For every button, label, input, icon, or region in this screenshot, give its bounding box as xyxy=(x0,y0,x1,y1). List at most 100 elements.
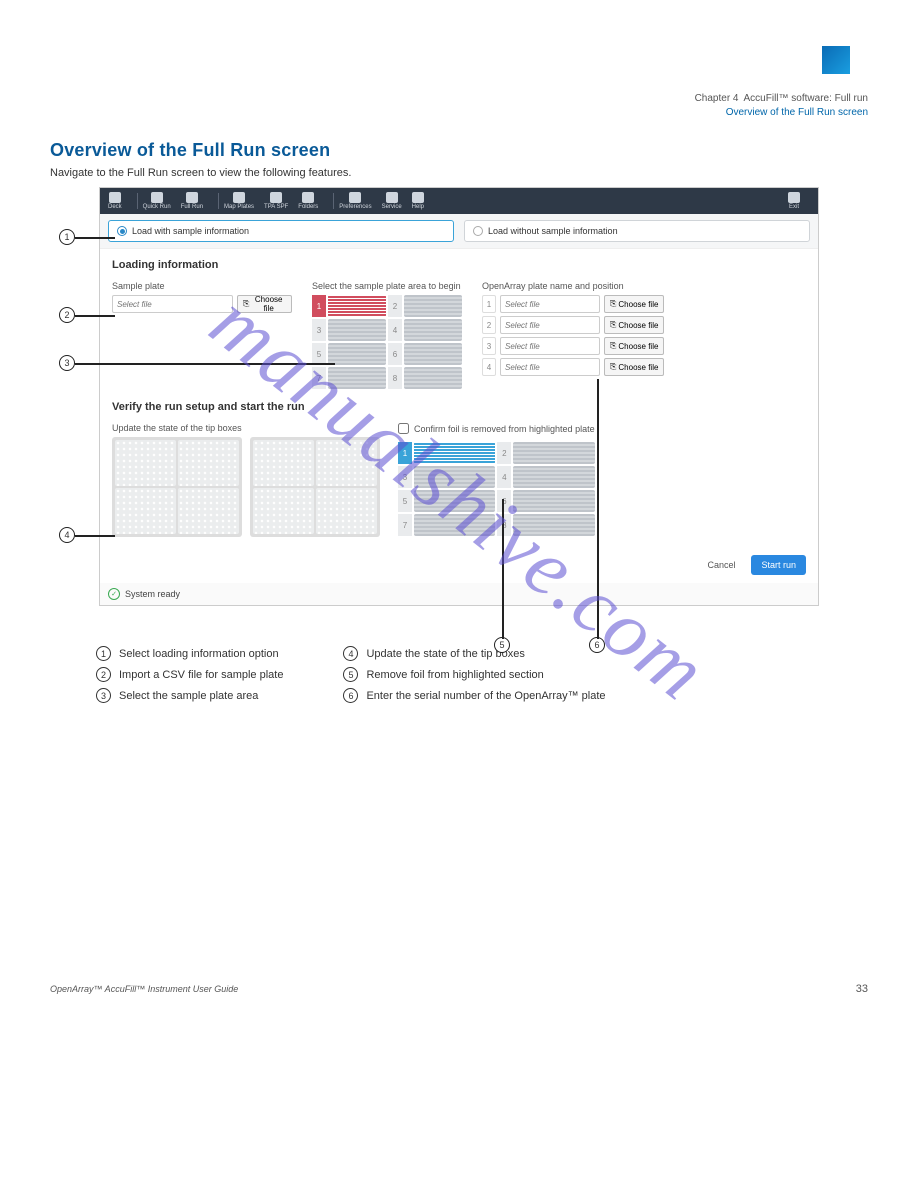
plate-area-label: Select the sample plate area to begin xyxy=(312,281,462,291)
tb-tpa-spf[interactable]: TPA SPF xyxy=(264,192,288,210)
start-run-button[interactable]: Start run xyxy=(751,555,806,575)
confirm-foil[interactable]: Confirm foil is removed from highlighted… xyxy=(398,423,595,434)
callout-4-lead xyxy=(75,535,115,537)
plate-cell xyxy=(414,466,495,488)
tb-full-run[interactable]: Full Run xyxy=(181,192,203,210)
plate-section-8[interactable]: 8 xyxy=(388,367,402,389)
loading-title: Loading information xyxy=(112,259,806,271)
legend-1: 1 Select loading information option xyxy=(96,646,283,661)
load-without-option[interactable]: Load without sample information xyxy=(464,220,810,242)
legend-3: 3Select the sample plate area xyxy=(96,688,283,703)
plate-section-4[interactable]: 4 xyxy=(388,319,402,341)
hl-section-4: 4 xyxy=(497,466,511,488)
oa-input-3[interactable] xyxy=(500,337,600,355)
tb-sep xyxy=(137,193,138,209)
tip-box-label: Update the state of the tip boxes xyxy=(112,423,380,433)
oa-row-2: 2Choose file xyxy=(482,316,806,334)
tb-label: Quick Run xyxy=(143,204,171,210)
plate-cell xyxy=(513,514,594,536)
loading-panel: Loading information Sample plate Choose … xyxy=(100,248,818,547)
tb-quick-run[interactable]: Quick Run xyxy=(143,192,171,210)
tb-service[interactable]: Service xyxy=(382,192,402,210)
tb-label: TPA SPF xyxy=(264,204,288,210)
footer-page-num: 33 xyxy=(856,983,868,995)
status-bar: System ready xyxy=(100,583,818,605)
tb-preferences[interactable]: Preferences xyxy=(339,192,371,210)
callout-2: 2 xyxy=(59,307,75,323)
option-label: Load without sample information xyxy=(488,226,618,236)
tb-folders[interactable]: Folders xyxy=(298,192,318,210)
footer-doc-title: OpenArray™ AccuFill™ Instrument User Gui… xyxy=(50,984,238,994)
callout-3: 3 xyxy=(59,355,75,371)
plate-section-6[interactable]: 6 xyxy=(388,343,402,365)
plate-cell[interactable] xyxy=(404,319,462,341)
legend-text: Import a CSV file for sample plate xyxy=(119,669,283,681)
oa-choose-3[interactable]: Choose file xyxy=(604,337,664,355)
plate-section-2[interactable]: 2 xyxy=(388,295,402,317)
sample-choose-file-button[interactable]: Choose file xyxy=(237,295,292,313)
tb-map-plates[interactable]: Map Plates xyxy=(224,192,254,210)
oa-input-2[interactable] xyxy=(500,316,600,334)
legend-num: 5 xyxy=(343,667,358,682)
confirm-foil-label: Confirm foil is removed from highlighted… xyxy=(414,424,595,434)
tb-label: Help xyxy=(412,204,424,210)
plate-section-1[interactable]: 1 xyxy=(312,295,326,317)
hl-section-8: 8 xyxy=(497,514,511,536)
sample-plate-input[interactable] xyxy=(112,295,233,313)
oa-input-1[interactable] xyxy=(500,295,600,313)
plate-cell[interactable] xyxy=(404,367,462,389)
tip-box-2[interactable] xyxy=(250,437,380,537)
plate-cell xyxy=(414,490,495,512)
legend-5: 5Remove foil from highlighted section xyxy=(343,667,605,682)
exit-icon xyxy=(788,192,800,203)
legend-4: 4Update the state of the tip boxes xyxy=(343,646,605,661)
intro-text: Navigate to the Full Run screen to view … xyxy=(50,167,868,179)
legend-num: 4 xyxy=(343,646,358,661)
oa-index: 1 xyxy=(482,295,496,313)
legend-num: 1 xyxy=(96,646,111,661)
load-with-option[interactable]: Load with sample information xyxy=(108,220,454,242)
tb-label: Preferences xyxy=(339,204,371,210)
map-plates-icon xyxy=(233,192,245,203)
hl-section-5: 5 xyxy=(398,490,412,512)
legend-text: Select loading information option xyxy=(119,648,279,660)
tb-sep xyxy=(218,193,219,209)
plate-cell[interactable] xyxy=(404,295,462,317)
page-heading: Overview of the Full Run screen xyxy=(50,140,868,161)
oa-input-4[interactable] xyxy=(500,358,600,376)
plate-section-3[interactable]: 3 xyxy=(312,319,326,341)
tb-exit[interactable]: Exit xyxy=(788,192,800,210)
oa-label: OpenArray plate name and position xyxy=(482,281,806,291)
callout-3-lead xyxy=(75,363,335,365)
plate-cell[interactable] xyxy=(328,343,386,365)
radio-off-icon xyxy=(473,226,483,236)
confirm-foil-checkbox[interactable] xyxy=(398,423,409,434)
plate-cell[interactable] xyxy=(328,295,386,317)
cancel-button[interactable]: Cancel xyxy=(699,555,743,575)
plate-cell[interactable] xyxy=(328,319,386,341)
oa-index: 4 xyxy=(482,358,496,376)
tb-label: Deck xyxy=(108,204,122,210)
tip-box-1[interactable] xyxy=(112,437,242,537)
chapter-subtitle-link[interactable]: Overview of the Full Run screen xyxy=(726,107,868,118)
option-label: Load with sample information xyxy=(132,226,249,236)
verify-title: Verify the run setup and start the run xyxy=(112,401,806,413)
oa-choose-2[interactable]: Choose file xyxy=(604,316,664,334)
plate-section-5[interactable]: 5 xyxy=(312,343,326,365)
oa-index: 3 xyxy=(482,337,496,355)
hl-section-1: 1 xyxy=(398,442,412,464)
plate-area-grid[interactable]: 1 2 3 4 5 6 7 8 xyxy=(312,295,462,389)
tb-deck[interactable]: Deck xyxy=(108,192,122,210)
plate-section-7[interactable]: 7 xyxy=(312,367,326,389)
tb-help[interactable]: Help xyxy=(412,192,424,210)
callout-1-lead xyxy=(75,237,115,239)
legend-2: 2Import a CSV file for sample plate xyxy=(96,667,283,682)
oa-row-3: 3 Choose file xyxy=(482,337,806,355)
tb-sep xyxy=(333,193,334,209)
full-run-icon xyxy=(186,192,198,203)
oa-choose-1[interactable]: Choose file xyxy=(604,295,664,313)
highlighted-plate-grid: 1 2 3 4 5 6 7 8 xyxy=(398,442,595,536)
plate-cell[interactable] xyxy=(328,367,386,389)
plate-cell[interactable] xyxy=(404,343,462,365)
oa-choose-4[interactable]: Choose file xyxy=(604,358,664,376)
